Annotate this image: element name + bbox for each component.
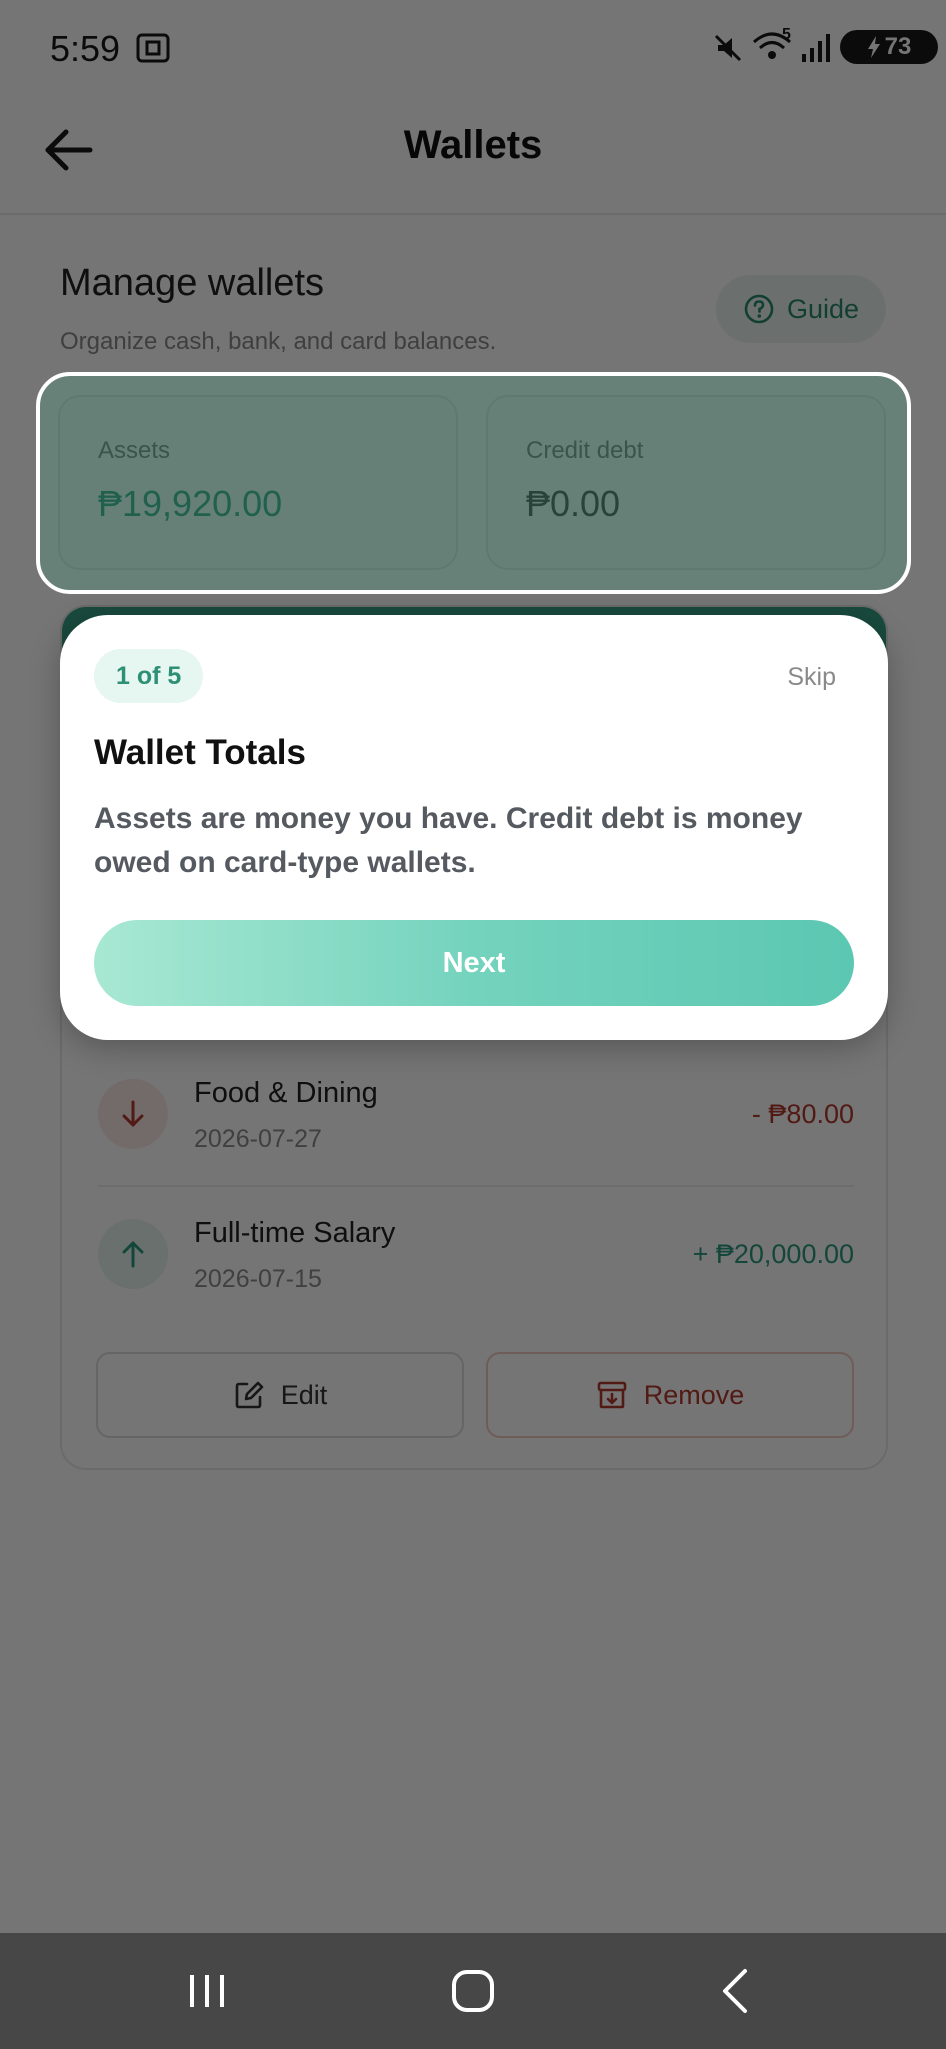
app-bar: Wallets [0,95,946,215]
edit-icon [235,1381,264,1409]
transaction-date: 2026-07-27 [194,1125,322,1153]
battery-indicator: 73 [840,30,938,64]
recent-apps-icon[interactable] [172,1961,242,2021]
system-nav-bar [0,1933,946,2049]
guide-label: Guide [786,293,860,324]
battery-level: 73 [884,33,912,60]
back-nav-icon[interactable] [703,1961,773,2021]
arrow-up-icon [122,1241,144,1268]
archive-icon [597,1381,627,1409]
mute-icon [714,34,742,62]
status-time: 5:59 [50,28,121,69]
remove-wallet-button[interactable]: Remove [486,1352,854,1438]
charging-icon [867,36,880,58]
transaction-name: Full-time Salary [194,1217,396,1249]
transaction-amount: + ₱20,000.00 [692,1239,854,1269]
edit-wallet-button[interactable]: Edit [96,1352,464,1438]
section-title: Manage wallets [60,262,325,304]
transaction-date: 2026-07-15 [194,1265,322,1293]
income-indicator [98,1219,168,1289]
tour-description: Assets are money you have. Credit debt i… [94,802,803,879]
transaction-row[interactable]: Full-time Salary 2026-07-15 + ₱20,000.00 [98,1189,854,1327]
transaction-amount: - ₱80.00 [751,1099,854,1129]
status-bar: 5:59 5 73 [0,0,946,95]
next-button[interactable]: Next [94,920,854,1006]
transaction-name: Food & Dining [194,1077,378,1109]
screenshot-icon [136,33,170,63]
guide-button[interactable]: Guide [716,275,886,343]
tour-highlight [36,372,911,594]
home-icon[interactable] [438,1961,508,2021]
tour-tooltip: 1 of 5 Skip Wallet Totals Assets are mon… [60,615,888,1040]
remove-label: Remove [643,1379,745,1410]
page-title: Wallets [403,123,543,167]
tour-title: Wallet Totals [94,733,306,772]
expense-indicator [98,1079,168,1149]
arrow-down-icon [122,1100,144,1127]
section-subtitle: Organize cash, bank, and card balances. [60,328,497,355]
wifi-badge: 5 [782,26,791,43]
transaction-row[interactable]: Food & Dining 2026-07-27 - ₱80.00 [98,1049,854,1187]
tour-step-badge: 1 of 5 [94,649,204,703]
skip-button[interactable]: Skip [787,663,836,692]
edit-label: Edit [280,1379,328,1410]
signal-icon [802,34,830,62]
help-circle-icon [744,294,774,324]
